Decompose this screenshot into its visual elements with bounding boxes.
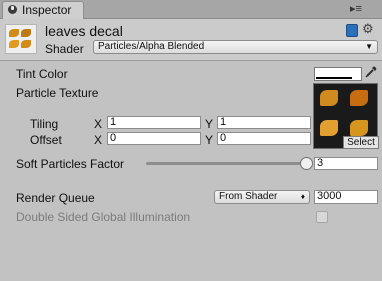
double-sided-gi-checkbox[interactable] [316,211,328,223]
tiling-y-label: Y [205,117,214,131]
inspector-icon [8,5,17,14]
soft-particles-field[interactable]: 3 [314,157,378,170]
offset-x-label: X [94,133,103,147]
particle-texture-label: Particle Texture [16,86,99,100]
chevron-down-icon: ▼ [365,42,373,51]
render-queue-label: Render Queue [16,191,95,205]
render-queue-mode: From Shader [219,191,278,202]
tab-bar: Inspector ▸≡ [0,0,382,19]
stepper-arrows-icon: ♦ [300,192,305,201]
tiling-y-field[interactable]: 1 [217,116,311,129]
shader-label: Shader [45,42,84,56]
offset-y-label: Y [205,133,214,147]
soft-particles-label: Soft Particles Factor [16,157,125,171]
render-queue-dropdown[interactable]: From Shader ♦ [214,190,310,204]
tint-color-field[interactable] [314,67,362,81]
offset-label: Offset [30,133,62,147]
tiling-x-field[interactable]: 1 [107,116,201,129]
soft-particles-slider[interactable] [146,162,306,165]
material-thumbnail [5,24,37,54]
eyedropper-icon[interactable] [364,65,378,79]
tab-label: Inspector [22,3,72,17]
book-icon[interactable] [346,24,358,37]
slider-thumb[interactable] [300,157,313,170]
texture-select-button[interactable]: Select [343,136,379,149]
offset-x-field[interactable]: 0 [107,132,201,145]
tab-menu-icon[interactable]: ▸≡ [350,2,362,15]
color-alpha-bar [316,77,352,79]
material-name: leaves decal [45,23,123,39]
double-sided-gi-label: Double Sided Global Illumination [16,210,191,224]
offset-y-field[interactable]: 0 [217,132,311,145]
tiling-label: Tiling [30,117,59,131]
tiling-x-label: X [94,117,103,131]
tab-inspector[interactable]: Inspector [2,1,84,19]
tint-color-label: Tint Color [16,67,68,81]
shader-value: Particles/Alpha Blended [98,41,205,52]
render-queue-field[interactable]: 3000 [314,190,378,204]
shader-dropdown[interactable]: Particles/Alpha Blended ▼ [93,40,378,54]
gear-icon[interactable]: ⚙ [362,21,374,37]
